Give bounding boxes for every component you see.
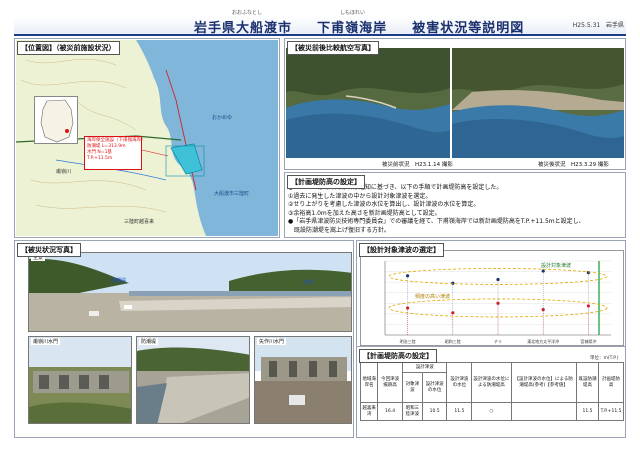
title-subject: 被害状況等説明図 <box>412 21 525 36</box>
table-cell: ○ <box>471 402 512 421</box>
th-existing: 既設防潮堤高 <box>575 362 600 403</box>
plan-line: 既設防潮堤を嵩上げ復旧する方針。 <box>288 226 391 234</box>
chart-tick-label: 明治三陸 <box>400 338 416 344</box>
map-town-label: 三陸町越喜来 <box>124 219 155 225</box>
th-design: 設計津波 <box>402 362 448 373</box>
panorama-drawing <box>29 253 351 331</box>
chart-tick-label: 昭和三陸 <box>445 338 461 344</box>
plan-line: ②せり上がりを考慮した津波の水位を算出し、設計津波の水位を算定。 <box>288 201 480 208</box>
title-ruby-coast: しもほれい <box>340 10 366 16</box>
table-cell <box>510 402 577 421</box>
aerial-after-drawing <box>452 48 624 158</box>
damage-panel-title: 【被災状況写真】 <box>17 243 81 257</box>
chart-annotation-2: 頻度の高い津波 <box>415 293 450 300</box>
table-cell: T.P.+11.5 <box>598 402 624 421</box>
table-cell: 16.4 <box>377 402 404 421</box>
th-design-level: 設計津波の水位 <box>446 362 473 403</box>
chart-point <box>406 306 410 310</box>
chart-tick-label: 東北地方太平洋沖 <box>527 338 559 344</box>
map-river-label: 甫嶺川 <box>56 169 72 175</box>
design-panel-title: 【設計対象津波の選定】 <box>359 243 444 257</box>
chart-tick-label: 宮城県沖 <box>580 338 596 344</box>
th-sub-level: 設計津波の水位 <box>421 372 448 403</box>
table-cell: 11.5 <box>446 402 473 421</box>
map-inset-iwate <box>34 96 78 144</box>
damage-photo-3: 矢作川水門 <box>254 336 352 424</box>
th-target: 対象津波 <box>402 372 423 403</box>
title-ruby-city: おおふなとし <box>232 10 263 16</box>
chart-point <box>541 269 545 273</box>
damage-photo-2: 防潮堤 <box>136 336 250 424</box>
th-trace: 今回津波痕跡高 <box>377 362 404 403</box>
damage-photo-1: 甫嶺川水門 <box>28 336 132 424</box>
plan-line: ●「岩手県津波防災技術専門委員会」での審議を経て、下甫嶺海岸では新計画堤防高をT… <box>288 218 585 225</box>
damage-photo-panorama: 全景 防潮堤 水門 <box>28 252 352 332</box>
plan-panel-title: 【計画堤防高の設定】 <box>287 175 365 189</box>
title-city: 岩手県大船渡市 <box>194 21 293 36</box>
table-panel-title: 【計画堤防高の設定】 <box>359 349 437 363</box>
panorama-tag-right: 水門 <box>303 280 314 286</box>
callout-line-4: T.P.+11.5m <box>87 156 113 161</box>
photo-1-drawing <box>29 337 131 423</box>
aerial-photo-before <box>286 48 450 158</box>
photo-3-drawing <box>255 337 351 423</box>
chart-point <box>451 311 455 315</box>
page-header: おおふなとし しもほれい 岩手県大船渡市 下甫嶺海岸 被害状況等説明図 H25.… <box>14 10 626 36</box>
header-date: H25.5.31 <box>572 22 601 29</box>
table-cell: 越喜来湾 <box>359 402 379 421</box>
location-map: おかめゆ 大船渡市三陸町 三陸町越喜来 甫嶺川 海岸保全施設（下甫嶺海岸） 防潮… <box>16 40 278 236</box>
table-cell: 昭和三陸津波 <box>402 402 423 421</box>
th-region: 地域海岸名 <box>359 362 379 403</box>
chart-svg: 設計対象津波頻度の高い津波明治三陸 昭和三陸 チリ 東北地方太平洋沖 宮城県沖 <box>384 260 611 344</box>
th-reference: 【設計津波の水位】による防潮堤高(参考)【参考値】 <box>510 362 577 403</box>
aerial-after-caption: 被災後状況 H23.3.29 撮影 <box>538 162 609 168</box>
design-tsunami-chart: 設計対象津波頻度の高い津波明治三陸 昭和三陸 チリ 東北地方太平洋沖 宮城県沖 <box>360 250 624 346</box>
aerial-panel-title: 【被災前後比較航空写真】 <box>287 41 379 55</box>
aerial-before-drawing <box>286 48 450 158</box>
chart-annotation: 設計対象津波 <box>541 262 571 269</box>
chart-tick-label: チリ <box>494 339 502 344</box>
chart-point <box>496 301 500 305</box>
facility-callout: 海岸保全施設（下甫嶺海岸） 防潮堤 L=313.9m 水門 N=1基 T.P.+… <box>84 136 146 170</box>
map-sea-name: おかめゆ <box>212 115 233 121</box>
photo-1-label: 甫嶺川水門 <box>31 338 61 345</box>
table-unit: 単位：m(T.P.) <box>590 356 619 361</box>
header-meta: H25.5.31 岩手県 <box>573 20 624 29</box>
th-planned: 計画堤防高 <box>598 362 624 403</box>
table-cell: 10.5 <box>421 402 448 421</box>
location-panel-title: 【位置図】（被災前施設状況） <box>17 41 120 55</box>
header-org: 岩手県 <box>605 22 624 29</box>
plan-text: ●H23.7.6付海岸関係省庁通知に基づき、以下の手順で計画堤防高を設定した。 … <box>288 184 626 235</box>
plan-line: ③余裕高1.0mを加えた高さを新計画堤防高として設定。 <box>288 209 441 217</box>
aerial-before-caption: 被災前状況 H23.1.14 撮影 <box>382 162 453 168</box>
page-title: おおふなとし しもほれい 岩手県大船渡市 下甫嶺海岸 被害状況等説明図 <box>194 10 525 36</box>
photo-2-label: 防潮堤 <box>139 338 159 345</box>
plan-line: ①過去に発生した津波の中から設計対象津波を選定。 <box>288 192 432 200</box>
title-coast: 下甫嶺海岸 <box>317 21 388 36</box>
chart-point <box>406 274 410 278</box>
aerial-photo-after <box>452 48 624 158</box>
photo-3-label: 矢作川水門 <box>257 338 287 345</box>
photo-2-drawing <box>137 337 249 423</box>
height-table: 地域海岸名 今回津波痕跡高 設計津波 設計津波の水位 設計津波の水位による防潮堤… <box>359 362 624 421</box>
table-cell: 11.5 <box>575 402 600 421</box>
th-levee-by-level: 設計津波の水位による防潮堤高 <box>471 362 512 403</box>
panorama-tag-left: 防潮堤 <box>111 278 127 284</box>
inset-prefecture-shape <box>40 99 74 143</box>
map-coast-label: 大船渡市三陸町 <box>214 191 250 197</box>
